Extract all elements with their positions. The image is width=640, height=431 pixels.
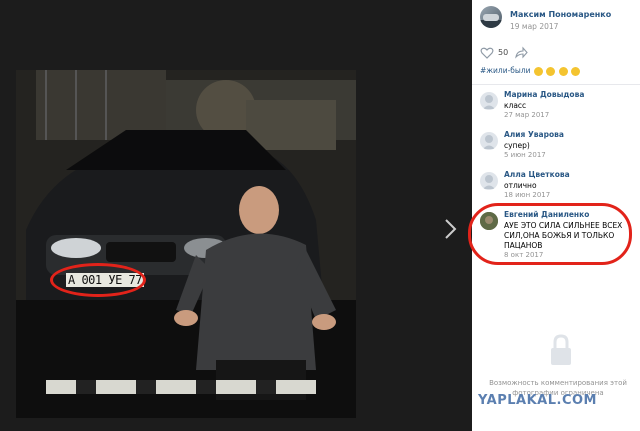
comment-author[interactable]: Марина Довыдова — [504, 90, 584, 99]
comment-item: Марина Довыдова класс 27 мар 2017 — [480, 90, 636, 124]
comment-date[interactable]: 5 июн 2017 — [504, 151, 546, 159]
avatar-image — [483, 175, 495, 189]
heart-icon[interactable] — [480, 46, 494, 60]
post-author: Максим Пономаренко 19 мар 2017 — [480, 6, 636, 34]
comment-text: отлично — [504, 181, 537, 190]
comment-item: Алла Цветкова отлично 18 июн 2017 — [480, 170, 636, 204]
comment-date[interactable]: 27 мар 2017 — [504, 111, 549, 119]
avatar[interactable] — [480, 132, 498, 150]
author-name[interactable]: Максим Пономаренко — [510, 10, 611, 19]
smile-emoji-icon — [533, 66, 543, 76]
photo-viewer: А 001 УЕ 77 — [0, 0, 472, 431]
avatar[interactable] — [480, 6, 502, 28]
comment-item: Алия Уварова супер) 5 июн 2017 — [480, 130, 636, 164]
caption-hashtag[interactable]: #жили-были — [480, 66, 531, 75]
comment-author[interactable]: Алия Уварова — [504, 130, 564, 139]
post-caption: #жили-были — [480, 66, 581, 76]
sunglasses-emoji-icon-2 — [571, 66, 581, 76]
comment-date[interactable]: 18 июн 2017 — [504, 191, 550, 199]
post-date[interactable]: 19 мар 2017 — [510, 22, 558, 31]
watermark: YAPLAKAL.COM — [478, 393, 597, 408]
comment-author[interactable]: Алла Цветкова — [504, 170, 570, 179]
avatar[interactable] — [480, 172, 498, 190]
lock-icon — [551, 334, 571, 365]
comment-text: класс — [504, 101, 527, 110]
share-icon[interactable] — [514, 46, 528, 60]
post-actions: 50 — [480, 46, 630, 62]
comment-text: супер) — [504, 141, 530, 150]
avatar[interactable] — [480, 92, 498, 110]
comment-highlight-circle — [468, 203, 632, 265]
avatar-image — [483, 135, 495, 149]
sunglasses-emoji-icon — [558, 66, 568, 76]
hand-emoji-icon — [546, 66, 556, 76]
photo-scene — [16, 70, 356, 418]
like-count[interactable]: 50 — [498, 48, 508, 57]
avatar-image — [483, 95, 495, 109]
avatar-image — [480, 14, 502, 28]
photo[interactable] — [16, 70, 356, 418]
divider — [472, 84, 640, 85]
chevron-right-icon[interactable] — [442, 218, 458, 240]
plate-highlight-circle — [50, 263, 146, 297]
